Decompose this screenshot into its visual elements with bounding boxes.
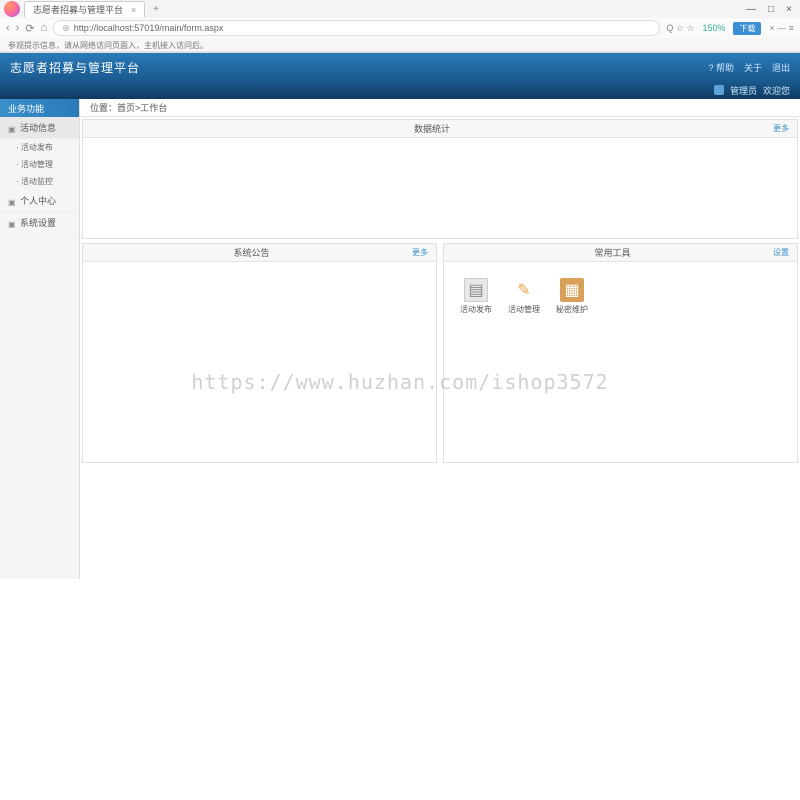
sidebar-item-activity[interactable]: 活动信息: [0, 117, 79, 139]
window-min-button[interactable]: —: [746, 4, 756, 15]
breadcrumb: 位置： 首页 > 工作台: [80, 99, 800, 117]
browser-tab[interactable]: 志愿者招募与管理平台 ×: [24, 1, 145, 17]
window-controls: — □ ×: [746, 4, 800, 15]
tool-grid: ▤ 活动发布 ✎ 活动管理 ▦ 秘密维护: [452, 270, 789, 323]
announce-more-link[interactable]: 更多: [412, 247, 428, 258]
logout-link[interactable]: 退出: [772, 61, 790, 74]
header-right: ? 帮助 关于 退出: [708, 61, 790, 74]
breadcrumb-current: 工作台: [140, 101, 167, 114]
zoom-level[interactable]: 150%: [702, 23, 725, 33]
tools-settings-link[interactable]: 设置: [773, 247, 789, 258]
user-bar: 管理员 欢迎您: [0, 81, 800, 99]
nav-row: ‹ › ⟳ ⌂ ⊕ http://localhost:57019/main/fo…: [0, 18, 800, 38]
window-max-button[interactable]: □: [768, 4, 774, 15]
welcome-text: 欢迎您: [763, 84, 790, 97]
announce-header: 系统公告 更多: [83, 244, 436, 262]
sidebar-item-label: 活动信息: [20, 121, 56, 134]
address-bar[interactable]: ⊕ http://localhost:57019/main/form.aspx: [53, 20, 660, 36]
app-title: 志愿者招募与管理平台: [10, 59, 140, 76]
sidebar-header: 业务功能: [0, 99, 79, 117]
about-link[interactable]: 关于: [744, 61, 762, 74]
announce-title: 系统公告: [91, 246, 412, 259]
breadcrumb-home[interactable]: 首页: [117, 101, 135, 114]
folder-icon: ▦: [560, 278, 584, 302]
stats-title: 数据统计: [91, 122, 773, 135]
breadcrumb-label: 位置：: [90, 101, 117, 114]
nav-home-button[interactable]: ⌂: [41, 22, 48, 34]
tool-publish[interactable]: ▤ 活动发布: [460, 278, 492, 315]
expand-icon: [8, 219, 16, 227]
expand-icon: [8, 197, 16, 205]
tools-body: ▤ 活动发布 ✎ 活动管理 ▦ 秘密维护: [444, 262, 797, 462]
browser-logo-icon: [4, 1, 20, 17]
user-icon: [714, 85, 724, 95]
nav-right: Q ☆ ☆ 150% 下载 × — ≡: [666, 22, 794, 35]
tool-label: 秘密维护: [556, 304, 588, 315]
tabs-row: 志愿者招募与管理平台 × + — □ ×: [0, 0, 800, 18]
stats-panel: 数据统计 更多: [82, 119, 798, 239]
tool-label: 活动发布: [460, 304, 492, 315]
tool-manage[interactable]: ✎ 活动管理: [508, 278, 540, 315]
sidebar-item-personal[interactable]: 个人中心: [0, 190, 79, 212]
user-label: 管理员: [730, 84, 757, 97]
tab-close-icon[interactable]: ×: [131, 5, 136, 15]
app-header: 志愿者招募与管理平台 ? 帮助 关于 退出: [0, 53, 800, 81]
sidebar: 业务功能 活动信息 · 活动发布 · 活动管理 · 活动监控 个人中心 系统设置: [0, 99, 80, 579]
browser-menu-icons[interactable]: × — ≡: [769, 23, 794, 33]
sidebar-item-label: 个人中心: [20, 194, 56, 207]
bookmark-hint: 参观提示信息，请从网络访问页面入，主机接入访问后。: [8, 41, 208, 50]
tool-maintain[interactable]: ▦ 秘密维护: [556, 278, 588, 315]
browser-chrome: 志愿者招募与管理平台 × + — □ × ‹ › ⟳ ⌂ ⊕ http://lo…: [0, 0, 800, 53]
stats-more-link[interactable]: 更多: [773, 123, 789, 134]
search-star-icons[interactable]: Q ☆ ☆: [666, 23, 694, 34]
sidebar-sub-manage[interactable]: · 活动管理: [0, 156, 79, 173]
window-close-button[interactable]: ×: [786, 4, 792, 15]
lock-icon: ⊕: [62, 23, 70, 34]
stats-panel-header: 数据统计 更多: [83, 120, 797, 138]
nav-reload-button[interactable]: ⟳: [25, 22, 34, 35]
stats-body: [83, 138, 797, 238]
extension-badge[interactable]: 下载: [733, 22, 761, 35]
tools-header: 常用工具 设置: [444, 244, 797, 262]
pencil-icon: ✎: [512, 278, 536, 302]
expand-icon: [8, 124, 16, 132]
announce-body: [83, 262, 436, 462]
url-text: http://localhost:57019/main/form.aspx: [74, 23, 224, 33]
tab-add-button[interactable]: +: [149, 4, 163, 15]
tab-title: 志愿者招募与管理平台: [33, 3, 123, 16]
main-layout: 业务功能 活动信息 · 活动发布 · 活动管理 · 活动监控 个人中心 系统设置…: [0, 99, 800, 579]
nav-forward-button[interactable]: ›: [16, 22, 20, 34]
help-link[interactable]: ? 帮助: [708, 61, 734, 74]
document-icon: ▤: [464, 278, 488, 302]
tool-label: 活动管理: [508, 304, 540, 315]
sidebar-sub-publish[interactable]: · 活动发布: [0, 139, 79, 156]
tools-title: 常用工具: [452, 246, 773, 259]
sidebar-item-system[interactable]: 系统设置: [0, 212, 79, 234]
lower-panels: 系统公告 更多 常用工具 设置 ▤ 活动发布: [80, 241, 800, 465]
content-area: 位置： 首页 > 工作台 数据统计 更多 系统公告 更多: [80, 99, 800, 579]
announce-panel: 系统公告 更多: [82, 243, 437, 463]
sidebar-item-label: 系统设置: [20, 216, 56, 229]
tools-panel: 常用工具 设置 ▤ 活动发布 ✎ 活动管理: [443, 243, 798, 463]
bookmark-bar: 参观提示信息，请从网络访问页面入，主机接入访问后。: [0, 38, 800, 52]
nav-back-button[interactable]: ‹: [6, 22, 10, 34]
sidebar-sub-monitor[interactable]: · 活动监控: [0, 173, 79, 190]
